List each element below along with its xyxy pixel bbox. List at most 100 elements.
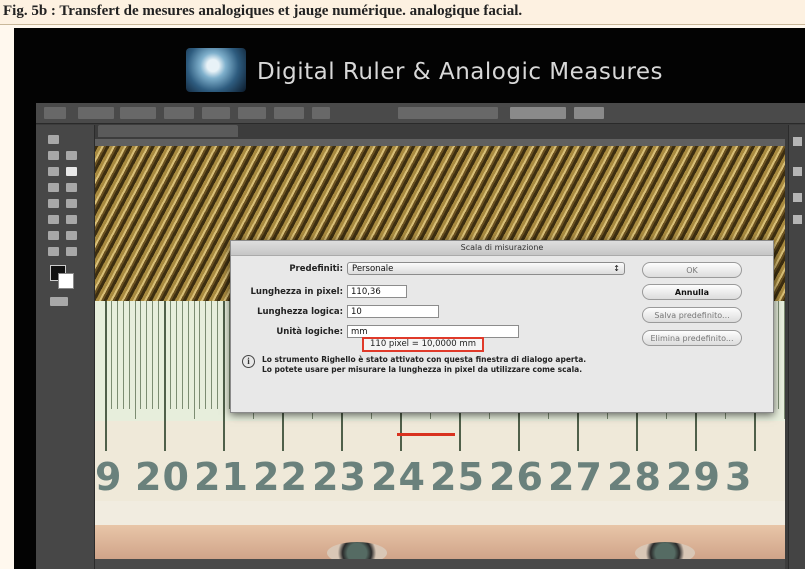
lasso-tool-icon[interactable]	[66, 151, 77, 160]
ruler-number: 28	[607, 455, 662, 499]
ruler-major-tick	[164, 301, 166, 451]
right-panel-dock	[788, 125, 805, 569]
preset-value: Personale	[352, 264, 394, 274]
preset-label: Predefiniti:	[289, 264, 343, 274]
ruler-minor-tick	[116, 301, 118, 409]
scale-result: 110 pixel = 10,0000 mm	[362, 337, 484, 352]
ruler-minor-tick	[128, 301, 130, 409]
pen-tool-icon[interactable]	[66, 215, 77, 224]
cancel-button[interactable]: Annulla	[642, 284, 742, 300]
option-field[interactable]	[202, 107, 230, 119]
tools-panel	[36, 125, 95, 569]
ruler-number: 27	[548, 455, 603, 499]
ruler-minor-tick	[158, 301, 160, 409]
ruler-minor-tick	[199, 301, 201, 409]
ruler-number: 21	[194, 455, 249, 499]
clear-button[interactable]	[574, 107, 604, 119]
ruler-minor-tick	[122, 301, 124, 409]
eraser-tool-icon[interactable]	[48, 199, 59, 208]
zoom-tool-icon[interactable]	[66, 247, 77, 256]
brush-tool-icon[interactable]	[48, 183, 59, 192]
ruler-minor-tick	[181, 301, 183, 409]
face-logo-icon	[186, 48, 246, 92]
logical-length-label: Lunghezza logica:	[257, 307, 343, 317]
ruler-major-tick	[223, 301, 225, 451]
pixel-length-label: Lunghezza in pixel:	[250, 287, 344, 297]
pixel-length-field[interactable]: 110,36	[347, 285, 407, 298]
option-field[interactable]	[164, 107, 194, 119]
ruler-number: 23	[312, 455, 367, 499]
horizontal-ruler[interactable]	[95, 139, 785, 146]
path-tool-icon[interactable]	[66, 231, 77, 240]
options-bar	[36, 103, 805, 124]
ruler-number: 9	[95, 455, 123, 499]
info-note-line1: Lo strumento Righello è stato attivato c…	[262, 355, 587, 364]
ruler-minor-tick	[777, 301, 779, 409]
ruler-minor-tick	[134, 301, 136, 419]
ruler-number: 26	[489, 455, 544, 499]
crop-tool-icon[interactable]	[48, 167, 59, 176]
logical-length-field[interactable]: 10	[347, 305, 439, 318]
ruler-minor-tick	[175, 301, 177, 409]
ruler-minor-tick	[193, 301, 195, 419]
document-tab[interactable]	[98, 125, 238, 137]
ruler-minor-tick	[211, 301, 213, 409]
ruler-number: 29	[666, 455, 721, 499]
option-field[interactable]	[78, 107, 114, 119]
chevron-down-icon: ↕	[613, 264, 620, 273]
ruler-tool-icon[interactable]	[66, 167, 77, 176]
logical-units-label: Unità logiche:	[276, 327, 343, 337]
ruler-minor-tick	[217, 301, 219, 409]
ruler-number: 25	[430, 455, 485, 499]
marquee-tool-icon[interactable]	[48, 151, 59, 160]
ruler-tool-icon[interactable]	[44, 107, 66, 119]
ruler-number: 3	[725, 455, 753, 499]
ruler-number: 24	[371, 455, 426, 499]
ruler-minor-tick	[152, 301, 154, 409]
ok-button[interactable]: OK	[642, 262, 742, 278]
straighten-button[interactable]	[510, 107, 566, 119]
ruler-major-tick	[105, 301, 107, 451]
dialog-titlebar[interactable]: Scala di misurazione	[231, 241, 773, 256]
move-tool-icon[interactable]	[48, 135, 59, 144]
ruler-minor-tick	[110, 301, 112, 409]
option-field[interactable]	[238, 107, 266, 119]
ruler-minor-tick	[205, 301, 207, 409]
ruler-minor-tick	[169, 301, 171, 409]
caption-text: Fig. 5b : Transfert de mesures analogiqu…	[3, 3, 523, 19]
option-field[interactable]	[312, 107, 330, 119]
hand-tool-icon[interactable]	[48, 247, 59, 256]
ruler-number: 22	[253, 455, 308, 499]
dodge-tool-icon[interactable]	[48, 215, 59, 224]
option-field[interactable]	[120, 107, 156, 119]
save-preset-button[interactable]: Salva predefinito...	[642, 307, 742, 323]
status-bar	[95, 559, 785, 569]
panel-icon[interactable]	[793, 193, 802, 202]
delete-preset-button[interactable]: Elimina predefinito...	[642, 330, 742, 346]
panel-icon[interactable]	[793, 167, 802, 176]
ruler-minor-tick	[783, 301, 785, 419]
ruler-number: 20	[135, 455, 190, 499]
background-color-swatch[interactable]	[58, 273, 74, 289]
banner-title: Digital Ruler & Analogic Measures	[257, 59, 664, 85]
info-icon: i	[242, 355, 255, 368]
panel-icon[interactable]	[793, 137, 802, 146]
stamp-tool-icon[interactable]	[66, 183, 77, 192]
panel-icon[interactable]	[793, 215, 802, 224]
preset-select[interactable]: Personale ↕	[347, 262, 625, 275]
photoshop-window: 9 20 21 22 23 24 25 26 27 28 29 3 Scala di misurazi…	[36, 103, 805, 569]
dialog-title: Scala di misurazione	[460, 243, 544, 252]
quick-mask-icon[interactable]	[50, 297, 68, 306]
ruler-minor-tick	[146, 301, 148, 409]
figure-caption: Fig. 5b : Transfert de mesures analogiqu…	[0, 0, 805, 25]
ruler-minor-tick	[140, 301, 142, 409]
type-tool-icon[interactable]	[48, 231, 59, 240]
gradient-tool-icon[interactable]	[66, 199, 77, 208]
info-note-line2: Lo potete usare per misurare la lunghezz…	[262, 365, 583, 374]
option-checkbox[interactable]	[398, 107, 498, 119]
video-frame: Digital Ruler & Analogic Measures 9 20 2…	[14, 28, 805, 569]
option-field[interactable]	[274, 107, 304, 119]
measure-line	[397, 433, 455, 436]
ruler-minor-tick	[187, 301, 189, 409]
measurement-scale-dialog: Scala di misurazione Predefiniti: Person…	[230, 240, 774, 413]
